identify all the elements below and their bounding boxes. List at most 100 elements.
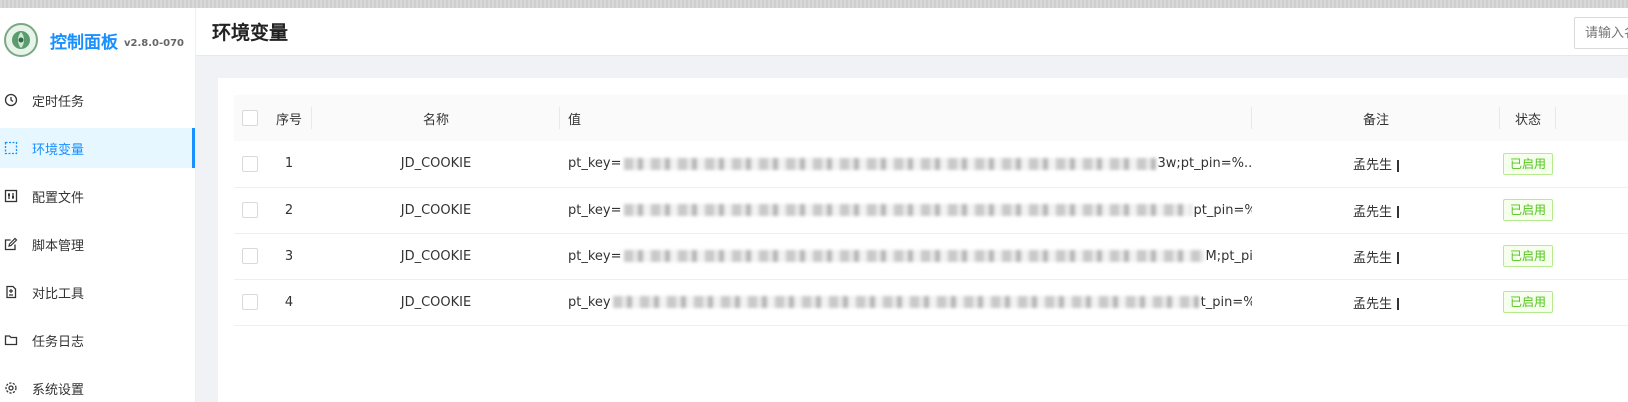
row-value-cell: pt_key= 3w;pt_pin=%... [560,141,1252,187]
column-label: 值 [568,112,582,128]
select-icon [4,141,18,155]
page-title: 环境变量 [212,22,289,44]
main-content: 序号 名称 值 备注 状态 1 JD_COOKIE pt_key= 3w;pt_p… [218,78,1628,402]
sidebar-item-env[interactable]: 环境变量 [0,128,195,168]
text-cursor-icon [1397,159,1399,172]
row-status-cell: 已启用 [1500,187,1556,233]
redacted-value [623,204,1192,216]
sidebar-item-logs[interactable]: 任务日志 [0,320,195,360]
row-remark-cell: 孟先生 [1252,141,1500,187]
form-edit-icon [4,237,18,251]
row-value-prefix: pt_key= [568,248,622,264]
sidebar-item-settings[interactable]: 系统设置 [0,368,195,402]
sidebar-item-label: 对比工具 [32,286,85,302]
row-value-suffix: M;pt_pi... [1205,248,1253,264]
row-name: JD_COOKIE [400,294,472,310]
sidebar-item-diff[interactable]: 对比工具 [0,272,195,312]
column-header-name: 名称 [312,95,560,141]
row-checkbox[interactable] [242,202,258,218]
row-status-cell: 已启用 [1500,141,1556,187]
sidebar-item-label: 环境变量 [32,142,85,158]
row-checkbox[interactable] [242,248,258,264]
column-label: 备注 [1362,112,1389,128]
text-cursor-icon [1397,252,1399,264]
redacted-value [612,296,1199,308]
row-actions-cell [1556,141,1628,187]
column-header-remark: 备注 [1252,95,1500,141]
sidebar-item-label: 配置文件 [32,190,85,206]
row-actions-cell [1556,187,1628,233]
row-value-suffix: pt_pin=%... [1193,202,1253,218]
window-top-strip [0,0,1628,8]
column-header-status: 状态 [1500,95,1556,141]
row-remark: 孟先生 [1352,204,1392,220]
status-badge: 已启用 [1502,291,1553,313]
search-input[interactable] [1574,17,1628,49]
row-actions-cell [1556,279,1628,325]
table-row: 3 JD_COOKIE pt_key= M;pt_pi... 孟先生 已启用 [234,233,1628,279]
sidebar-item-config[interactable]: 配置文件 [0,176,195,216]
text-cursor-icon [1397,206,1399,218]
sidebar-item-scripts[interactable]: 脚本管理 [0,224,195,264]
app-logo [4,23,38,57]
sidebar: 控制面板 v2.8.0-070 定时任务 环境变量 配置文件 脚本管理 对比工具… [0,8,196,402]
logo-icon [12,31,30,49]
row-status-cell: 已启用 [1500,233,1556,279]
sidebar-menu: 定时任务 环境变量 配置文件 脚本管理 对比工具 任务日志 系统设置 [0,80,195,402]
sidebar-header: 控制面板 v2.8.0-070 [0,8,195,72]
column-label: 名称 [422,112,449,128]
row-name: JD_COOKIE [400,202,472,218]
row-name: JD_COOKIE [400,248,472,264]
table-header-row: 序号 名称 值 备注 状态 [234,95,1628,141]
row-value-prefix: pt_key= [568,156,622,172]
diff-icon [4,285,18,299]
folder-icon [4,333,18,347]
column-header-index: 序号 [266,95,312,141]
table-row: 1 JD_COOKIE pt_key= 3w;pt_pin=%... 孟先生 已启… [234,141,1628,187]
row-value-suffix: t_pin=%E... [1200,294,1252,310]
row-status-cell: 已启用 [1500,279,1556,325]
status-badge: 已启用 [1502,152,1553,175]
row-index: 1 [284,156,294,172]
row-name: JD_COOKIE [400,156,472,172]
control-icon [4,189,18,203]
row-remark: 孟先生 [1352,250,1392,266]
column-header-actions [1556,95,1628,141]
row-index: 3 [284,248,294,264]
column-label: 序号 [275,112,302,128]
row-checkbox[interactable] [242,155,258,172]
sidebar-item-label: 定时任务 [32,94,85,110]
sidebar-item-crontab[interactable]: 定时任务 [0,80,195,120]
select-all-checkbox[interactable] [242,110,258,126]
row-checkbox[interactable] [242,294,258,310]
redacted-value [623,250,1204,262]
column-header-value: 值 [560,95,1252,141]
status-badge: 已启用 [1502,245,1553,267]
row-remark-cell: 孟先生 [1252,279,1500,325]
row-value-cell: pt_key= M;pt_pi... [560,233,1252,279]
row-value-cell: pt_key t_pin=%E... [560,279,1252,325]
row-remark-cell: 孟先生 [1252,233,1500,279]
row-remark: 孟先生 [1352,296,1392,312]
redacted-value [623,157,1156,170]
app-title: 控制面板 [50,32,118,53]
table-row: 4 JD_COOKIE pt_key t_pin=%E... 孟先生 已启用 [234,279,1628,325]
sidebar-item-label: 脚本管理 [32,238,85,254]
sidebar-item-label: 系统设置 [32,382,85,398]
text-cursor-icon [1397,298,1399,310]
sidebar-item-label: 任务日志 [32,334,85,350]
row-value-suffix: 3w;pt_pin=%... [1157,156,1253,172]
app-version: v2.8.0-070 [124,37,185,49]
status-badge: 已启用 [1502,199,1553,221]
page-header: 环境变量 [196,8,1628,56]
row-value-cell: pt_key= pt_pin=%... [560,187,1252,233]
select-all-cell [234,95,266,141]
env-table: 序号 名称 值 备注 状态 1 JD_COOKIE pt_key= 3w;pt_p… [234,95,1628,326]
row-value-prefix: pt_key= [568,202,622,218]
setting-icon [4,381,18,395]
row-value-prefix: pt_key [568,294,611,310]
column-label: 状态 [1514,112,1541,128]
clock-icon [4,93,18,107]
row-remark-cell: 孟先生 [1252,187,1500,233]
row-index: 2 [284,202,294,218]
